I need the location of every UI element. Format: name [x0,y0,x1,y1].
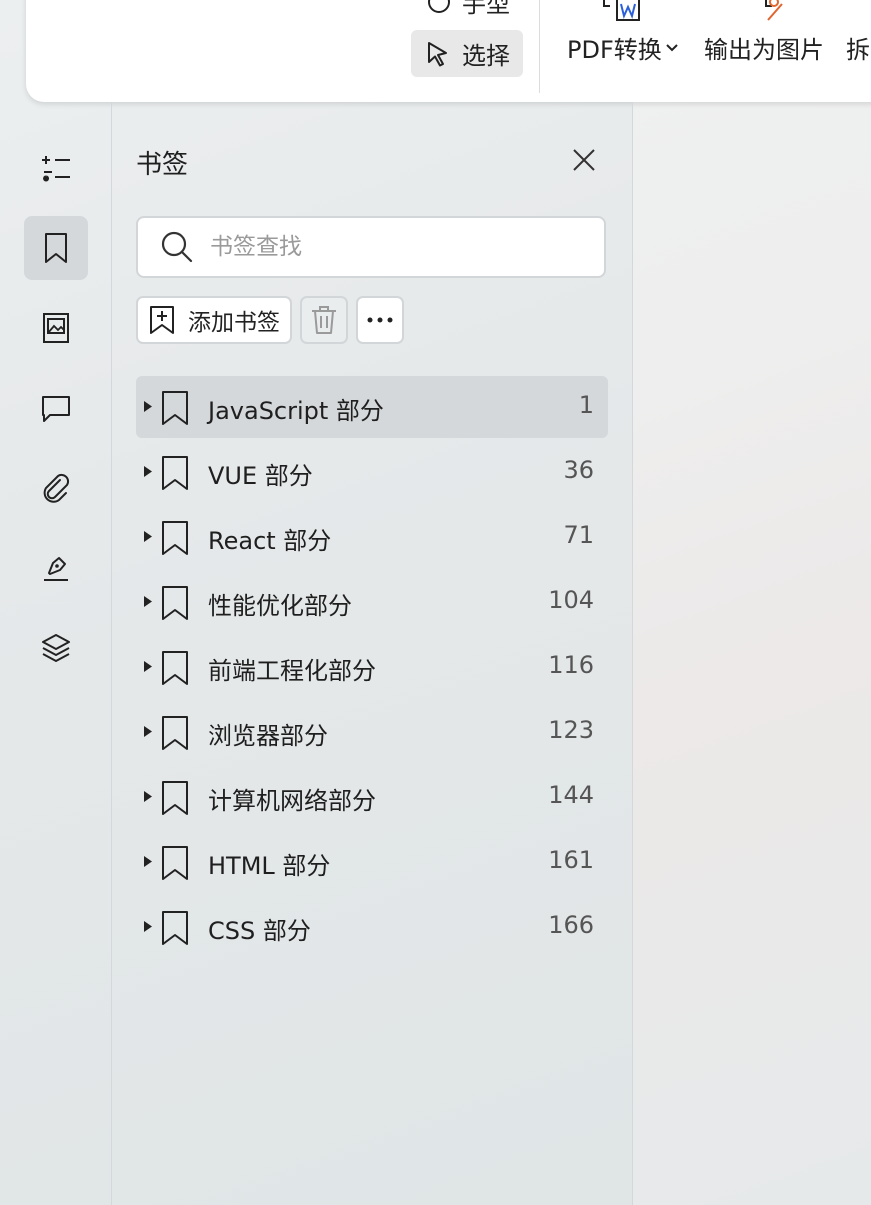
split-button[interactable]: 拆分 [846,0,871,65]
panel-title: 书签 [136,150,189,180]
bookmark-icon [162,391,188,425]
bookmark-icon [162,651,188,685]
bookmark-label: 计算机网络部分 [208,787,376,815]
bookmark-page-number: 1 [578,391,594,419]
close-icon [573,149,595,171]
expand-arrow-icon[interactable] [143,530,153,543]
bookmark-icon [162,846,188,880]
bookmark-item[interactable]: CSS 部分 166 [136,896,608,958]
add-bookmark-button[interactable]: 添加书签 [136,296,292,344]
hand-tool-button[interactable]: 手型 [426,0,510,19]
sidebar-item-signature[interactable] [24,536,88,600]
bookmark-search [136,216,606,278]
add-bookmark-icon [150,306,174,334]
add-bookmark-label: 添加书签 [188,310,280,336]
expand-arrow-icon[interactable] [143,660,153,673]
export-image-button[interactable]: 输出为图片 [704,0,824,65]
expand-arrow-icon[interactable] [143,920,153,933]
sidebar-item-bookmarks[interactable] [24,216,88,280]
sidebar-item-layers[interactable] [24,616,88,680]
comment-icon [42,396,70,422]
bookmark-item[interactable]: React 部分 71 [136,506,608,568]
bookmark-page-number: 116 [548,651,594,679]
bookmark-label: JavaScript 部分 [208,397,384,425]
bookmark-item[interactable]: 浏览器部分 123 [136,701,608,763]
select-tool-label: 选择 [462,42,510,70]
bookmark-item[interactable]: HTML 部分 161 [136,831,608,893]
pdf-to-word-icon [603,0,641,21]
pdf-convert-button[interactable]: PDF转换 [567,0,678,65]
search-icon [161,231,193,263]
bookmark-page-number: 71 [563,521,594,549]
sidebar-item-outline[interactable] [24,136,88,200]
trash-icon [312,306,336,334]
bookmark-icon [162,586,188,620]
split-label: 拆分 [846,36,871,64]
attachment-icon [43,473,70,503]
bookmark-page-number: 166 [548,911,594,939]
layers-icon [42,634,70,662]
bookmark-page-number: 144 [548,781,594,809]
bookmark-label: VUE 部分 [208,462,313,490]
expand-arrow-icon[interactable] [143,400,153,413]
select-tool-button[interactable]: 选择 [411,30,523,77]
split-icon [850,0,871,22]
expand-arrow-icon[interactable] [143,465,153,478]
ribbon-toolbar: 手型 选择 PDF转换 输出为图片 拆 [26,0,871,102]
bookmark-label: 性能优化部分 [208,592,352,620]
chevron-down-icon [666,43,678,51]
hand-tool-label: 手型 [462,0,510,18]
expand-arrow-icon[interactable] [143,790,153,803]
bookmark-page-number: 104 [548,586,594,614]
close-panel-button[interactable] [570,146,598,174]
bookmark-item[interactable]: JavaScript 部分 1 [136,376,608,438]
delete-bookmark-button[interactable] [300,296,348,344]
bookmark-label: React 部分 [208,527,332,555]
sidebar-item-comments[interactable] [24,376,88,440]
bookmark-item[interactable]: VUE 部分 36 [136,441,608,503]
bookmark-page-number: 36 [563,456,594,484]
bookmark-label: 浏览器部分 [208,722,328,750]
bookmark-icon [45,233,67,263]
bookmark-search-input[interactable] [208,233,592,261]
more-dots-icon [367,317,393,323]
cursor-arrow-icon [428,41,447,66]
bookmark-icon [162,911,188,945]
bookmark-label: CSS 部分 [208,917,311,945]
document-canvas[interactable] [633,0,871,1205]
expand-arrow-icon[interactable] [143,595,153,608]
bookmark-icon [162,716,188,750]
bookmark-item[interactable]: 性能优化部分 104 [136,571,608,633]
more-options-button[interactable] [356,296,404,344]
bookmark-page-number: 161 [548,846,594,874]
bookmark-item[interactable]: 计算机网络部分 144 [136,766,608,828]
bookmark-icon [162,456,188,490]
bookmark-icon [162,781,188,815]
hand-icon [428,0,450,13]
thumbnail-icon [43,313,69,343]
export-image-icon [765,0,783,21]
sidebar-item-attachments[interactable] [24,456,88,520]
left-sidebar [0,102,112,1205]
bookmark-label: HTML 部分 [208,852,331,880]
sidebar-item-thumbnails[interactable] [24,296,88,360]
bookmark-panel: 书签 添加书签 [112,102,633,1205]
bookmark-page-number: 123 [548,716,594,744]
bookmark-icon [162,521,188,555]
expand-arrow-icon[interactable] [143,855,153,868]
export-image-label: 输出为图片 [704,36,824,64]
expand-arrow-icon[interactable] [143,725,153,738]
pdf-convert-label: PDF转换 [567,36,662,64]
bookmark-list: JavaScript 部分 1 VUE 部分 36 React 部分 71 性能… [136,376,608,961]
bookmark-label: 前端工程化部分 [208,657,376,685]
signature-icon [44,557,68,581]
ribbon-separator [539,0,540,93]
outline-icon [42,156,70,182]
bookmark-item[interactable]: 前端工程化部分 116 [136,636,608,698]
